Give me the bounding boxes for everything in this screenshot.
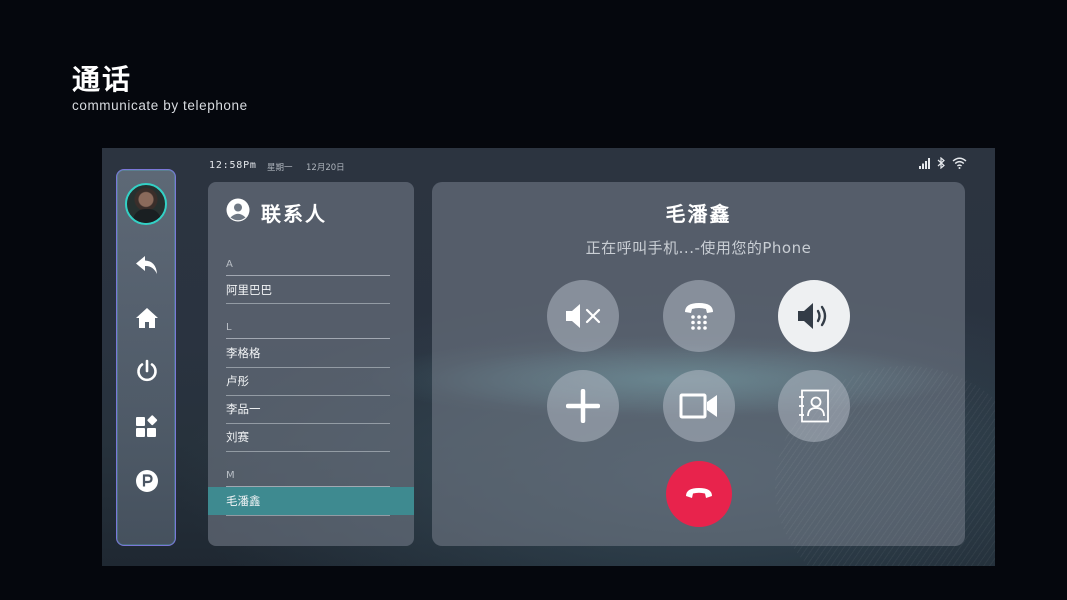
- contact-item[interactable]: 刘赛: [208, 423, 414, 451]
- contact-divider: [226, 515, 390, 516]
- speaker-icon: [798, 303, 827, 329]
- group-letter-l: L: [226, 322, 232, 333]
- bluetooth-icon: [937, 157, 945, 169]
- car-screen: 12:58Pm 星期一 12月20日 联系人 A 阿里巴巴 L 李格格 卢彤 李…: [102, 148, 995, 566]
- contact-item[interactable]: 李品一: [208, 395, 414, 423]
- contact-item[interactable]: 卢彤: [208, 367, 414, 395]
- page: 通话 communicate by telephone 12:58Pm 星期一 …: [0, 0, 1067, 600]
- mute-button[interactable]: [547, 280, 619, 352]
- back-button[interactable]: [132, 250, 162, 280]
- page-title: 通话: [72, 63, 133, 96]
- contact-item[interactable]: 阿里巴巴: [208, 276, 414, 304]
- speaker-button[interactable]: [778, 280, 850, 352]
- power-icon: [137, 359, 157, 382]
- wifi-icon: [952, 157, 967, 169]
- callee-name: 毛潘鑫: [665, 202, 732, 226]
- status-icons: [919, 157, 967, 169]
- mute-icon: [566, 304, 601, 328]
- home-button[interactable]: [132, 303, 162, 333]
- apps-button[interactable]: [132, 411, 162, 441]
- sidebar: [116, 169, 176, 546]
- contact-item[interactable]: 李格格: [208, 339, 414, 367]
- home-icon: [136, 308, 158, 328]
- status-weekday: 星期一: [267, 163, 293, 173]
- back-icon: [136, 256, 157, 274]
- user-circle-icon: [226, 198, 250, 222]
- keypad-button[interactable]: [663, 280, 735, 352]
- call-panel: 毛潘鑫 正在呼叫手机...-使用您的Phone: [432, 182, 965, 546]
- contact-book-icon: [799, 389, 829, 423]
- contacts-title: 联系人: [261, 202, 327, 226]
- group-letter-m: M: [226, 470, 235, 481]
- page-subtitle: communicate by telephone: [72, 98, 248, 113]
- contact-divider: [226, 303, 390, 304]
- parking-button[interactable]: [132, 466, 162, 496]
- call-status: 正在呼叫手机...-使用您的Phone: [585, 239, 812, 257]
- group-letter-a: A: [226, 259, 233, 270]
- hangup-button[interactable]: [666, 461, 732, 527]
- add-call-button[interactable]: [547, 370, 619, 442]
- plus-icon: [566, 389, 600, 423]
- contact-divider: [226, 451, 390, 452]
- video-button[interactable]: [663, 370, 735, 442]
- power-button[interactable]: [132, 356, 162, 386]
- avatar[interactable]: [125, 183, 167, 225]
- apps-icon: [136, 415, 158, 437]
- parking-icon: [136, 470, 158, 492]
- contact-item-selected[interactable]: 毛潘鑫: [208, 487, 414, 515]
- hangup-icon: [686, 488, 712, 498]
- contacts-panel: 联系人 A 阿里巴巴 L 李格格 卢彤 李品一 刘赛 M 毛潘鑫: [208, 182, 414, 546]
- keypad-icon: [685, 303, 713, 330]
- status-date: 12月20日: [306, 163, 345, 173]
- video-icon: [679, 393, 717, 419]
- contacts-button[interactable]: [778, 370, 850, 442]
- signal-icon: [919, 157, 930, 169]
- status-time: 12:58Pm: [209, 160, 257, 171]
